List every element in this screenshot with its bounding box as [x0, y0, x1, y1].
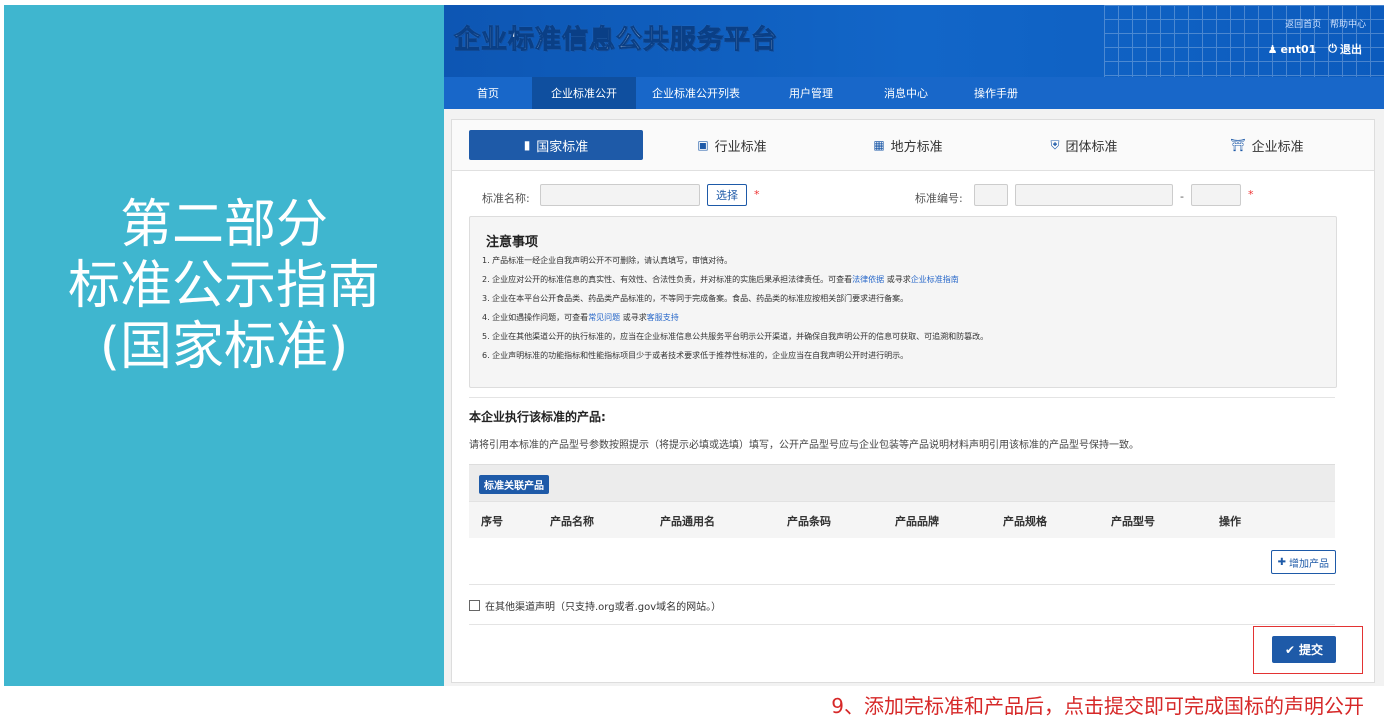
notice-title: 注意事项 [486, 235, 539, 250]
tab-label: 地方标准 [890, 139, 943, 155]
standard-name-label: 标准名称: [482, 192, 530, 205]
add-product-label: 增加产品 [1289, 558, 1329, 570]
col-brand: 产品品牌 [895, 515, 939, 528]
required-mark: * [1248, 188, 1254, 201]
products-section-title: 本企业执行该标准的产品: [469, 410, 606, 424]
select-standard-button[interactable]: 选择 [707, 184, 747, 206]
notice-item: 5. 企业在其他渠道公开的执行标准的，应当在企业标准信息公共服务平台明示公开渠道… [482, 332, 989, 341]
nav-user-management[interactable]: 用户管理 [756, 77, 866, 109]
notice-text: 4. 企业如遇操作问题，可查看 [482, 313, 589, 322]
other-channel-row: 在其他渠道声明（只支持.org或者.gov域名的网站。） [469, 598, 721, 613]
slide-title: 第二部分 标准公示指南 (国家标准) [4, 195, 444, 378]
tab-industry-standard[interactable]: ▣ 行业标准 [652, 130, 812, 160]
products-table-header: 序号 产品名称 产品通用名 产品条码 产品品牌 产品规格 产品型号 操作 [469, 501, 1335, 538]
plus-icon: ✚ [1277, 556, 1286, 568]
standard-number-dash: - [1180, 190, 1184, 203]
enterprise-standard-guide-link[interactable]: 企业标准指南 [911, 275, 959, 284]
nav-enterprise-standard-list[interactable]: 企业标准公开列表 [636, 77, 756, 109]
notice-box: 注意事项 1. 产品标准一经企业自我声明公开不可删除，请认真填写，审慎对待。 2… [469, 216, 1337, 388]
slide-title-line-3: (国家标准) [99, 317, 349, 377]
user-menu[interactable]: ♟ ent01 [1268, 41, 1317, 57]
required-mark: * [754, 188, 760, 201]
divider [469, 584, 1335, 585]
standard-number-label: 标准编号: [915, 192, 963, 205]
notice-text: 或寻求 [884, 275, 911, 284]
nav-manual[interactable]: 操作手册 [946, 77, 1046, 109]
notice-item: 6. 企业声明标准的功能指标和性能指标项目少于或者技术要求低于推荐性标准的，企业… [482, 351, 909, 360]
nav-enterprise-standard-publish[interactable]: 企业标准公开 [532, 77, 636, 109]
notice-text: 2. 企业应对公开的标准信息的真实性、有效性、合法性负责，并对标准的实施后果承担… [482, 275, 853, 284]
help-link[interactable]: 帮助中心 [1330, 20, 1366, 30]
logout-label: 退出 [1340, 43, 1362, 56]
related-products-badge: 标准关联产品 [479, 475, 549, 494]
slide-title-line-1: 第二部分 [119, 195, 328, 255]
top-links: 返回首页 帮助中心 [1279, 17, 1366, 30]
tab-label: 国家标准 [536, 139, 589, 155]
tab-label: 团体标准 [1065, 139, 1118, 155]
col-model: 产品型号 [1111, 515, 1155, 528]
notice-item: 4. 企业如遇操作问题，可查看常见问题 或寻求客服支持 [482, 308, 988, 327]
user-row: ♟ ent01 ⏻ 退出 [1268, 41, 1362, 57]
nav-home[interactable]: 首页 [444, 77, 532, 109]
tab-group-standard[interactable]: ⛨ 团体标准 [1004, 130, 1164, 160]
book-icon: ▮ [523, 138, 531, 152]
standard-number-year-input[interactable] [1191, 184, 1241, 206]
divider [469, 624, 1335, 625]
main-nav: 首页 企业标准公开 企业标准公开列表 用户管理 消息中心 操作手册 [444, 77, 1384, 109]
app-window: 企业标准信息公共服务平台 返回首页 帮助中心 ♟ ent01 ⏻ 退出 首页 企… [444, 5, 1384, 686]
notice-item: 1. 产品标准一经企业自我声明公开不可删除，请认真填写，审慎对待。 [482, 256, 733, 265]
header: 企业标准信息公共服务平台 返回首页 帮助中心 ♟ ent01 ⏻ 退出 [444, 5, 1384, 77]
nav-message-center[interactable]: 消息中心 [866, 77, 946, 109]
products-section-desc: 请将引用本标准的产品型号参数按照提示（将提示必填或选填）填写，公开产品型号应与企… [469, 440, 1139, 451]
col-barcode: 产品条码 [787, 515, 831, 528]
add-product-button[interactable]: ✚ 增加产品 [1270, 550, 1336, 574]
document-icon: ▦ [873, 138, 885, 152]
notice-item: 3. 企业在本平台公开食品类、药品类产品标准的，不等同于完成备案。食品、药品类的… [482, 294, 909, 303]
tab-label: 行业标准 [714, 139, 767, 155]
slide-title-line-2: 标准公示指南 [67, 256, 380, 316]
col-actions: 操作 [1219, 515, 1241, 528]
home-link[interactable]: 返回首页 [1285, 20, 1321, 30]
notice-text: 或寻求 [620, 313, 647, 322]
col-generic-name: 产品通用名 [660, 515, 715, 528]
briefcase-icon: ▣ [697, 138, 709, 152]
tab-enterprise-standard[interactable]: ⛩ 企业标准 [1178, 130, 1356, 160]
standard-input-row: 标准名称: 选择 * 标准编号: - * [452, 180, 1374, 210]
faq-link[interactable]: 常见问题 [588, 313, 620, 322]
notice-list: 1. 产品标准一经企业自我声明公开不可删除，请认真填写，审慎对待。 2. 企业应… [482, 251, 988, 365]
standard-number-prefix-input[interactable] [974, 184, 1008, 206]
tab-label: 企业标准 [1251, 139, 1304, 155]
divider [469, 397, 1335, 398]
publish-form-card: ▮ 国家标准 ▣ 行业标准 ▦ 地方标准 ⛨ 团体标准 ⛩ 企业标准 标准名称: [451, 119, 1375, 683]
related-products-panel: 标准关联产品 序号 产品名称 产品通用名 产品条码 产品品牌 产品规格 产品型号… [469, 464, 1335, 538]
tab-local-standard[interactable]: ▦ 地方标准 [828, 130, 988, 160]
col-spec: 产品规格 [1003, 515, 1047, 528]
logout-button[interactable]: ⏻ 退出 [1328, 41, 1362, 57]
customer-support-link[interactable]: 客服支持 [647, 313, 679, 322]
power-icon: ⏻ [1328, 42, 1337, 55]
user-icon: ♟ [1267, 42, 1278, 56]
bank-icon: ⛩ [1230, 138, 1246, 152]
standard-number-main-input[interactable] [1015, 184, 1173, 206]
other-channel-label: 在其他渠道声明（只支持.org或者.gov域名的网站。） [485, 602, 722, 613]
notice-item: 2. 企业应对公开的标准信息的真实性、有效性、合法性负责，并对标准的实施后果承担… [482, 270, 988, 289]
submit-highlight-box [1253, 626, 1363, 674]
slide-caption: 9、添加完标准和产品后，点击提交即可完成国标的声明公开 [831, 694, 1364, 718]
legal-basis-link[interactable]: 法律依据 [852, 275, 884, 284]
other-channel-checkbox[interactable] [469, 600, 480, 611]
col-index: 序号 [481, 515, 503, 528]
slide-title-panel: 第二部分 标准公示指南 (国家标准) [4, 5, 444, 686]
username: ent01 [1280, 42, 1317, 56]
site-logo-title: 企业标准信息公共服务平台 [453, 25, 779, 56]
standard-name-input[interactable] [540, 184, 700, 206]
standard-type-tabs: ▮ 国家标准 ▣ 行业标准 ▦ 地方标准 ⛨ 团体标准 ⛩ 企业标准 [452, 120, 1374, 171]
tab-national-standard[interactable]: ▮ 国家标准 [469, 130, 643, 160]
shield-icon: ⛨ [1050, 137, 1060, 152]
col-product-name: 产品名称 [550, 515, 594, 528]
